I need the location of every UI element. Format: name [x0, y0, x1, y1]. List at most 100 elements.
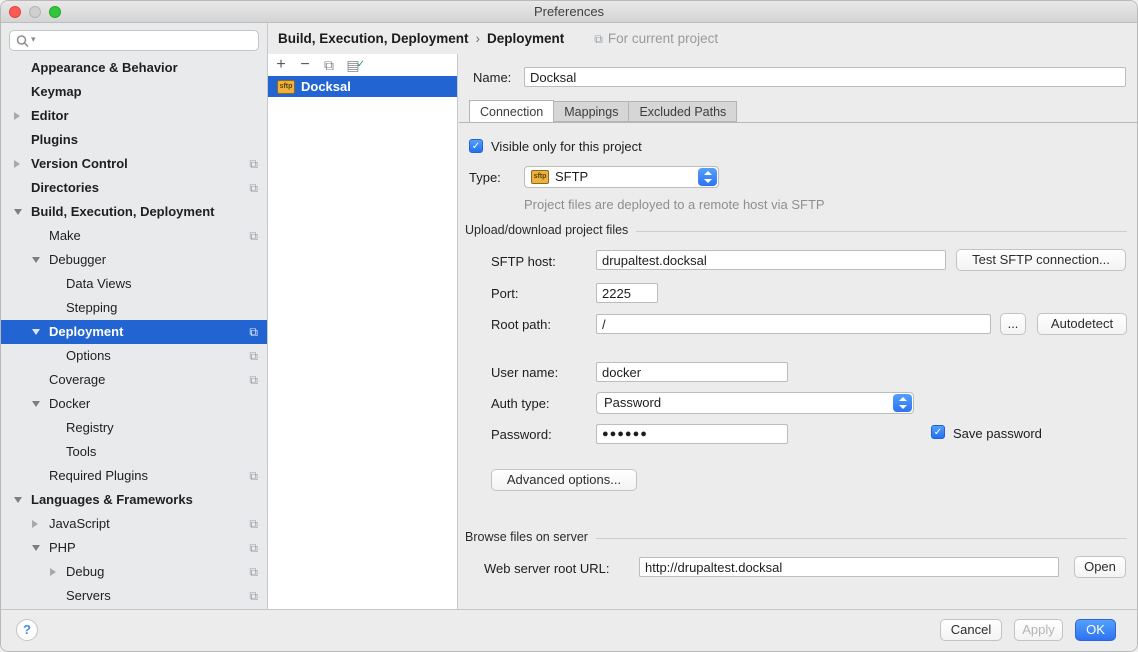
sidebar-item-servers[interactable]: Servers⧉ [1, 584, 267, 608]
advanced-options-button[interactable]: Advanced options... [491, 469, 637, 491]
sidebar-item-version-control[interactable]: Version Control⧉ [1, 152, 267, 176]
window-title: Preferences [534, 4, 604, 19]
user-name-label: User name: [491, 365, 558, 380]
browse-ellipsis-button[interactable]: ... [1000, 313, 1026, 335]
port-field[interactable] [596, 283, 658, 303]
per-project-icon: ⧉ [249, 512, 258, 536]
section-rule [636, 231, 1127, 232]
chevron-down-icon[interactable] [32, 401, 40, 407]
sidebar-item-editor[interactable]: Editor [1, 104, 267, 128]
test-sftp-connection-button[interactable]: Test SFTP connection... [956, 249, 1126, 271]
set-default-server-button[interactable]: ▤✓ [344, 54, 362, 76]
auth-type-value: Password [604, 393, 661, 413]
sidebar-item-directories[interactable]: Directories⧉ [1, 176, 267, 200]
chevron-right-icon[interactable] [50, 568, 56, 576]
chevron-down-icon[interactable] [32, 257, 40, 263]
sidebar-item-debugger[interactable]: Debugger [1, 248, 267, 272]
sidebar-item-javascript[interactable]: JavaScript⧉ [1, 512, 267, 536]
tab-excluded-paths[interactable]: Excluded Paths [628, 101, 737, 122]
section-rule [596, 538, 1127, 539]
search-input[interactable] [42, 32, 252, 49]
chevron-down-icon[interactable] [14, 497, 22, 503]
settings-tree: Appearance & Behavior Keymap Editor Plug… [1, 56, 267, 608]
server-list-toolbar: + − ⧉ ▤✓ [268, 54, 457, 76]
per-project-icon: ⧉ [249, 320, 258, 344]
chevron-down-icon[interactable] [32, 545, 40, 551]
name-label: Name: [473, 70, 511, 85]
sidebar-item-build-execution-deployment[interactable]: Build, Execution, Deployment [1, 200, 267, 224]
tab-mappings[interactable]: Mappings [553, 101, 629, 122]
close-button[interactable] [9, 6, 21, 18]
sidebar-item-debug[interactable]: Debug⧉ [1, 560, 267, 584]
content-region: Build, Execution, Deployment›Deployment⧉… [268, 23, 1137, 609]
cancel-button[interactable]: Cancel [940, 619, 1002, 641]
check-icon: ✓ [357, 54, 365, 76]
type-select[interactable]: sftp SFTP [524, 166, 719, 188]
sidebar-item-options[interactable]: Options⧉ [1, 344, 267, 368]
sidebar-item-tools[interactable]: Tools [1, 440, 267, 464]
deployment-form-panel: Name: Connection Mappings Excluded Paths… [459, 54, 1137, 609]
auth-type-select[interactable]: Password [596, 392, 914, 414]
root-path-field[interactable] [596, 314, 991, 334]
visible-only-checkbox[interactable]: ✓ [469, 139, 483, 153]
sidebar-item-make[interactable]: Make⧉ [1, 224, 267, 248]
title-bar: Preferences [1, 1, 1137, 23]
sidebar-item-languages-frameworks[interactable]: Languages & Frameworks [1, 488, 267, 512]
server-name: Docksal [301, 79, 351, 94]
open-button[interactable]: Open [1074, 556, 1126, 578]
name-field[interactable] [524, 67, 1126, 87]
add-server-button[interactable]: + [272, 54, 290, 76]
sftp-file-icon: sftp [277, 80, 295, 94]
save-password-checkbox[interactable]: ✓ [931, 425, 945, 439]
server-list-panel: + − ⧉ ▤✓ sftp Docksal [268, 54, 458, 609]
dropdown-stepper-icon[interactable] [893, 394, 912, 412]
sidebar-item-php[interactable]: PHP⧉ [1, 536, 267, 560]
sftp-host-field[interactable] [596, 250, 946, 270]
breadcrumb: Build, Execution, Deployment›Deployment⧉… [268, 23, 1137, 54]
chevron-down-icon[interactable] [32, 329, 40, 335]
settings-tabs: Connection Mappings Excluded Paths [470, 100, 737, 123]
visible-only-label: Visible only for this project [491, 139, 642, 154]
type-label: Type: [469, 170, 501, 185]
ok-button[interactable]: OK [1075, 619, 1116, 641]
sidebar-item-appearance-behavior[interactable]: Appearance & Behavior [1, 56, 267, 80]
zoom-button[interactable] [49, 6, 61, 18]
server-list-item-docksal[interactable]: sftp Docksal [268, 76, 457, 97]
breadcrumb-segment-parent[interactable]: Build, Execution, Deployment [278, 31, 469, 46]
remove-server-button[interactable]: − [296, 54, 314, 76]
per-project-icon: ⧉ [249, 536, 258, 560]
dropdown-stepper-icon[interactable] [698, 168, 717, 186]
port-label: Port: [491, 286, 518, 301]
search-box[interactable]: ▾ [9, 30, 259, 51]
tab-connection[interactable]: Connection [469, 100, 554, 123]
sidebar-item-coverage[interactable]: Coverage⧉ [1, 368, 267, 392]
sidebar-item-data-views[interactable]: Data Views [1, 272, 267, 296]
scope-label: For current project [608, 31, 718, 46]
sidebar-item-keymap[interactable]: Keymap [1, 80, 267, 104]
sidebar-item-deployment[interactable]: Deployment⧉ [1, 320, 267, 344]
chevron-right-icon[interactable] [32, 520, 38, 528]
chevron-right-icon[interactable] [14, 160, 20, 168]
copy-server-button[interactable]: ⧉ [320, 54, 338, 76]
chevron-right-icon[interactable] [14, 112, 20, 120]
type-hint: Project files are deployed to a remote h… [524, 197, 825, 212]
type-value: SFTP [555, 167, 588, 187]
apply-button[interactable]: Apply [1014, 619, 1063, 641]
minimize-button[interactable] [29, 6, 41, 18]
web-server-root-url-field[interactable] [639, 557, 1059, 577]
upload-section-title: Upload/download project files [465, 223, 628, 237]
password-field[interactable] [596, 424, 788, 444]
web-server-root-url-label: Web server root URL: [484, 561, 609, 576]
sidebar-item-plugins[interactable]: Plugins [1, 128, 267, 152]
sidebar-item-docker[interactable]: Docker [1, 392, 267, 416]
sidebar-item-required-plugins[interactable]: Required Plugins⧉ [1, 464, 267, 488]
search-filter-chevron-icon[interactable]: ▾ [31, 34, 36, 45]
sftp-file-icon: sftp [531, 170, 549, 184]
help-button[interactable]: ? [16, 619, 38, 641]
user-name-field[interactable] [596, 362, 788, 382]
browse-section-title: Browse files on server [465, 530, 588, 544]
sidebar-item-stepping[interactable]: Stepping [1, 296, 267, 320]
autodetect-button[interactable]: Autodetect [1037, 313, 1127, 335]
chevron-down-icon[interactable] [14, 209, 22, 215]
sidebar-item-registry[interactable]: Registry [1, 416, 267, 440]
